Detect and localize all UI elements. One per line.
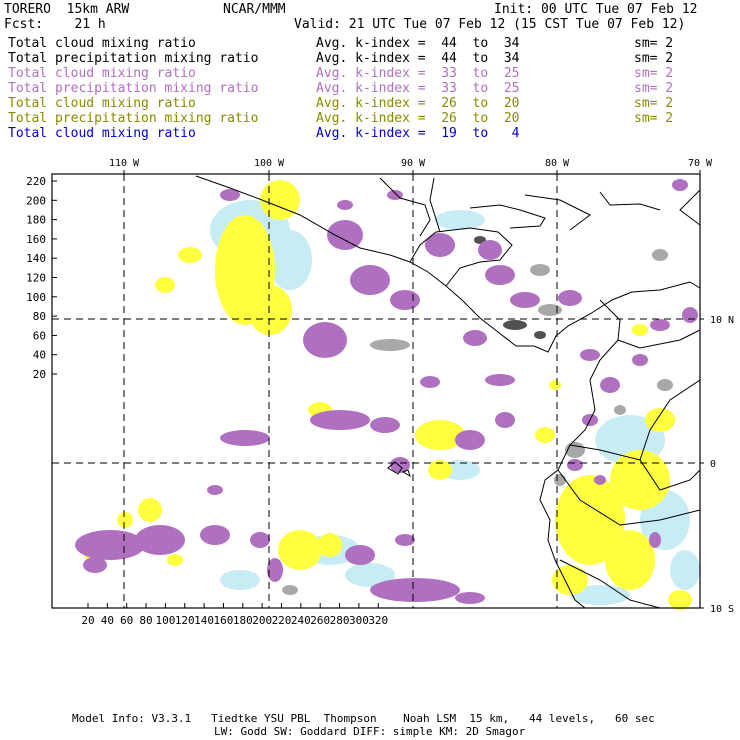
legend-sm: sm= 2 [634, 96, 674, 111]
legend-name: Total precipitation mixing ratio [8, 111, 259, 126]
valid-time: Valid: 21 UTC Tue 07 Feb 12 (15 CST Tue … [294, 17, 686, 32]
x-tick-label: 280 [330, 614, 350, 627]
legend-sm: sm= 2 [634, 66, 674, 81]
legend-name: Total cloud mixing ratio [8, 126, 196, 141]
x-tick-label: 100 [155, 614, 175, 627]
longitude-labels: 110 W 100 W 90 W 80 W 70 W [109, 158, 713, 174]
x-tick-label: 60 [120, 614, 133, 627]
forecast-hour: Fcst: 21 h [4, 17, 106, 32]
y-tick-label: 80 [33, 310, 46, 323]
x-tick-label: 180 [233, 614, 253, 627]
y-tick-label: 40 [33, 349, 46, 362]
org-label: NCAR/MMM [223, 2, 286, 17]
x-tick-label: 300 [349, 614, 369, 627]
lat-label: 10 N [710, 315, 734, 326]
x-tick-label: 160 [214, 614, 234, 627]
legend-row: Total cloud mixing ratio Avg. k-index = … [8, 126, 520, 201]
y-tick-label: 100 [26, 291, 46, 304]
legend-name: Total precipitation mixing ratio [8, 51, 259, 66]
lon-label: 70 W [688, 158, 713, 169]
x-tick-label: 80 [139, 614, 152, 627]
legend-name: Total cloud mixing ratio [8, 66, 196, 81]
lon-label: 110 W [109, 158, 140, 169]
legend-kindex: Avg. k-index = 44 to 34 [316, 51, 520, 66]
lon-label: 80 W [545, 158, 570, 169]
x-tick-label: 20 [81, 614, 94, 627]
legend-kindex: Avg. k-index = 19 to 4 [316, 126, 520, 141]
legend-name: Total cloud mixing ratio [8, 96, 196, 111]
y-tick-label: 60 [33, 329, 46, 342]
x-tick-label: 140 [194, 614, 214, 627]
legend-sm: sm= 2 [634, 111, 674, 126]
x-tick-label: 120 [175, 614, 195, 627]
y-tick-label: 180 [26, 214, 46, 227]
legend-kindex: Avg. k-index = 33 to 25 [316, 81, 520, 96]
x-tick-label: 220 [272, 614, 292, 627]
legend-name: Total cloud mixing ratio [8, 36, 196, 51]
x-tick-label: 320 [368, 614, 388, 627]
cloud-fields [75, 179, 700, 610]
legend-kindex: Avg. k-index = 26 to 20 [316, 96, 520, 111]
y-tick-label: 120 [26, 272, 46, 285]
legend-kindex: Avg. k-index = 26 to 20 [316, 111, 520, 126]
init-time: Init: 00 UTC Tue 07 Feb 12 [494, 2, 698, 17]
legend-name: Total precipitation mixing ratio [8, 81, 259, 96]
model-info-line1: Model Info: V3.3.1 Tiedtke YSU PBL Thomp… [72, 712, 655, 725]
lon-label: 90 W [401, 158, 426, 169]
y-tick-label: 20 [33, 368, 46, 381]
legend-kindex: Avg. k-index = 33 to 25 [316, 66, 520, 81]
x-axis-ticks: 20 40 60 80 100 120 140 160 180 200 220 240 260 280 30… [81, 603, 388, 627]
legend-sm: sm= 2 [634, 36, 674, 51]
legend-sm: sm= 2 [634, 51, 674, 66]
y-tick-label: 140 [26, 252, 46, 265]
lat-label: 10 S [710, 604, 734, 615]
x-tick-label: 260 [310, 614, 330, 627]
legend-sm: sm= 2 [634, 81, 674, 96]
x-tick-label: 240 [291, 614, 311, 627]
y-tick-label: 160 [26, 233, 46, 246]
model-title: TORERO 15km ARW [4, 2, 130, 17]
model-info-line2: LW: Godd SW: Goddard DIFF: simple KM: 2D… [214, 725, 526, 738]
lat-label: 0 [710, 459, 716, 470]
legend-kindex: Avg. k-index = 44 to 34 [316, 36, 520, 51]
lon-label: 100 W [254, 158, 285, 169]
x-tick-label: 40 [101, 614, 114, 627]
x-tick-label: 200 [252, 614, 272, 627]
latitude-labels: 10 N 0 10 S [700, 315, 734, 615]
